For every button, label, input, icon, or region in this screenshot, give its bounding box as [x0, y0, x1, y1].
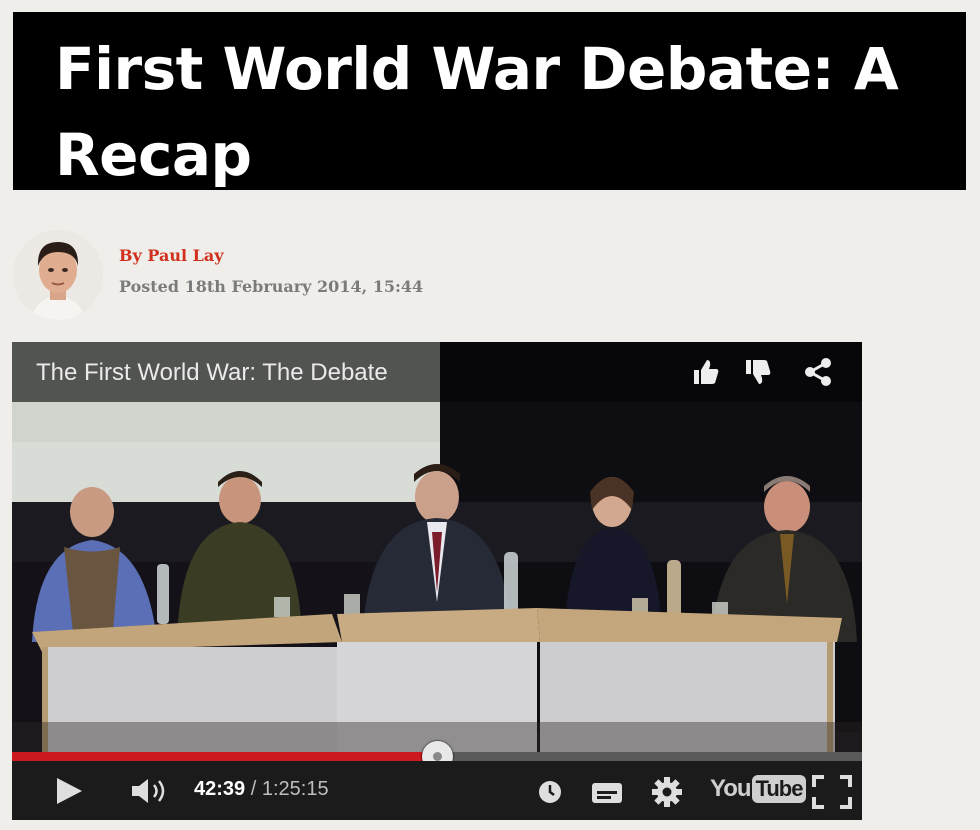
captions-icon[interactable]: [592, 783, 622, 803]
volume-icon[interactable]: [130, 777, 170, 805]
play-icon[interactable]: [54, 776, 84, 806]
post-date: Posted 18th February 2014, 15:44: [119, 277, 424, 296]
youtube-logo[interactable]: You Tube: [710, 775, 807, 805]
video-title-bar: The First World War: The Debate: [12, 342, 862, 402]
article-title: First World War Debate: A Recap: [55, 35, 899, 189]
current-time: 42:39: [194, 778, 246, 800]
timecode: 42:39 / 1:25:15: [194, 778, 329, 801]
time-separator: /: [250, 778, 257, 800]
video-title-link[interactable]: The First World War: The Debate: [36, 359, 388, 387]
clock-icon[interactable]: [538, 780, 562, 804]
duration: 1:25:15: [261, 778, 329, 800]
video-player[interactable]: The First World War: The Debate 42:39 / …: [12, 342, 862, 820]
youtube-logo-tube: Tube: [751, 775, 807, 803]
author-block: By Paul Lay Posted 18th February 2014, 1…: [13, 230, 613, 320]
author-byline-link[interactable]: By Paul Lay: [119, 246, 224, 265]
progress-bar[interactable]: [12, 741, 862, 772]
thumbs-up-icon[interactable]: [690, 356, 722, 388]
gear-icon[interactable]: [651, 776, 683, 808]
youtube-logo-you: You: [710, 775, 752, 802]
share-icon[interactable]: [802, 356, 834, 388]
progress-played: [12, 752, 438, 761]
video-controls-bar: 42:39 / 1:25:15 You Tube: [12, 761, 862, 820]
thumbs-down-icon[interactable]: [742, 356, 774, 388]
author-avatar[interactable]: [13, 230, 103, 320]
fullscreen-icon[interactable]: [812, 775, 852, 809]
article-title-banner: First World War Debate: A Recap: [13, 12, 966, 190]
